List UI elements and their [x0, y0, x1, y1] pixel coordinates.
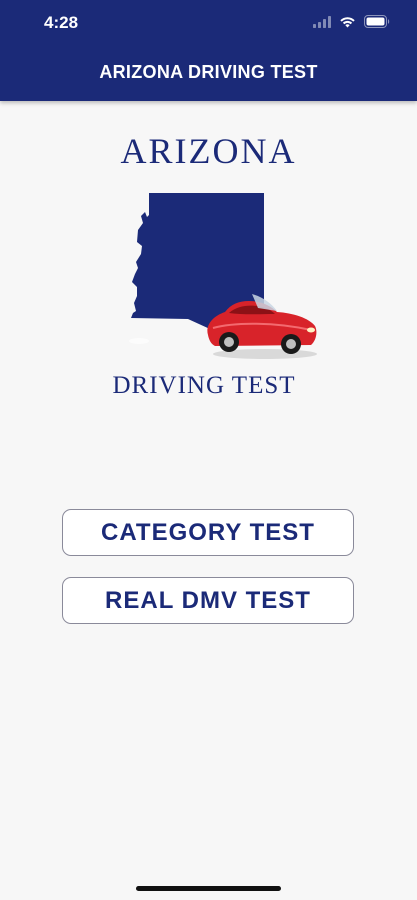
- category-test-button[interactable]: CATEGORY TEST: [62, 509, 354, 556]
- nav-title: ARIZONA DRIVING TEST: [99, 62, 318, 82]
- arizona-map-car-logo: [129, 193, 317, 359]
- status-time: 4:28: [44, 13, 79, 32]
- battery-icon: [364, 15, 390, 28]
- status-icons: [313, 15, 391, 28]
- wifi-icon: [340, 16, 355, 27]
- home-indicator[interactable]: [136, 886, 281, 891]
- real-dmv-test-button[interactable]: REAL DMV TEST: [62, 577, 354, 624]
- app-header: 4:28 ARIZONA DRIVING TEST: [0, 0, 417, 101]
- status-bar: 4:28: [0, 0, 417, 46]
- signal-icon: [313, 15, 331, 28]
- logo-title: ARIZONA: [120, 131, 297, 171]
- logo-subtitle: DRIVING TEST: [112, 372, 296, 399]
